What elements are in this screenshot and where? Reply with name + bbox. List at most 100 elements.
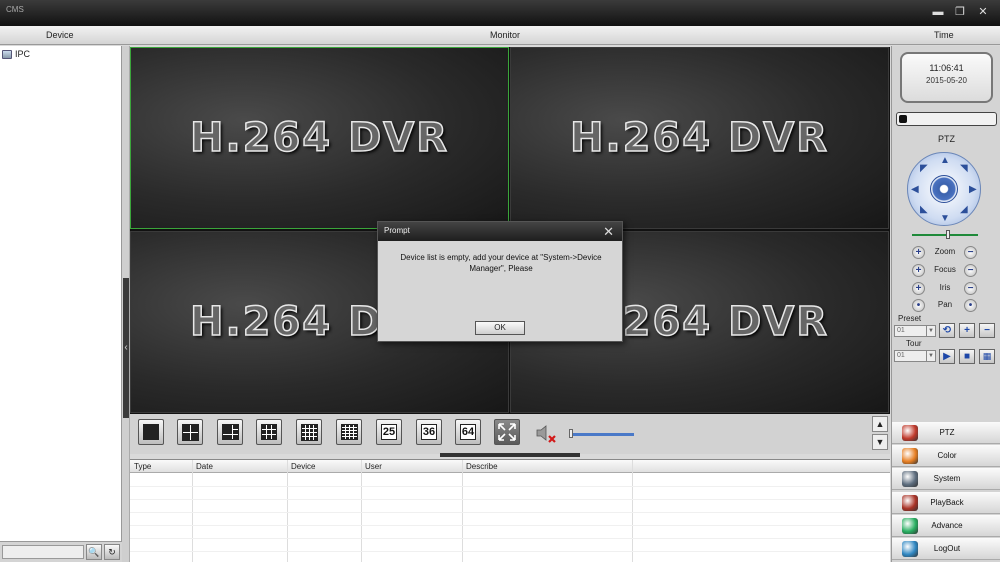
ipc-folder-icon <box>2 49 12 59</box>
ptz-right-arrow-icon[interactable]: ▶ <box>969 184 977 195</box>
close-button[interactable]: ✕ <box>974 4 992 20</box>
layout-64-button[interactable]: 64 <box>455 419 481 445</box>
video-cell-1[interactable]: H.264 DVR <box>130 47 509 229</box>
ptz-direction-pad[interactable]: ▲ ▼ ◀ ▶ ◤ ◥ ◣ ◢ <box>907 152 981 226</box>
column-type[interactable]: Type <box>134 462 151 471</box>
layout-16-button[interactable] <box>296 419 322 445</box>
refresh-icon[interactable]: ↻ <box>104 544 120 560</box>
ptz-center-button[interactable] <box>930 175 958 203</box>
layout-20-button[interactable] <box>336 419 362 445</box>
search-icon[interactable]: 🔍 <box>86 544 102 560</box>
iris-control: + Iris − <box>912 282 980 296</box>
menu-playback-button[interactable]: PlayBack <box>892 492 1000 514</box>
menu-color-label: Color <box>937 451 957 460</box>
column-divider <box>287 460 288 562</box>
preset-remove-button[interactable]: − <box>979 323 995 338</box>
preset-goto-button[interactable]: ⟲ <box>939 323 955 338</box>
scroll-down-button[interactable]: ▼ <box>872 434 888 450</box>
clock-display: 11:06:41 2015-05-20 <box>900 52 993 103</box>
device-search-input[interactable] <box>2 545 84 559</box>
menu-ptz-button[interactable]: PTZ <box>892 422 1000 444</box>
prompt-message: Device list is empty, add your device at… <box>400 253 602 273</box>
prompt-dialog: Prompt ✕ Device list is empty, add your … <box>377 221 623 342</box>
fullscreen-button[interactable] <box>494 419 520 445</box>
tour-stop-button[interactable]: ■ <box>959 349 975 364</box>
control-panel: 11:06:41 2015-05-20 PTZ ▲ ▼ ◀ ▶ ◤ ◥ ◣ ◢ … <box>891 46 1000 562</box>
menu-advance-button[interactable]: Advance <box>892 515 1000 537</box>
zoom-in-button[interactable]: + <box>912 246 925 259</box>
chevron-down-icon: ▼ <box>926 326 935 336</box>
ptz-upright-arrow-icon[interactable]: ◥ <box>960 163 968 174</box>
layout-25-button[interactable]: 25 <box>376 419 402 445</box>
ptz-downright-arrow-icon[interactable]: ◢ <box>960 204 968 215</box>
restore-button[interactable]: ❐ <box>951 4 969 20</box>
tour-grid-button[interactable]: ▦ <box>979 349 995 364</box>
column-divider <box>632 460 633 562</box>
ptz-down-arrow-icon[interactable]: ▼ <box>940 213 950 224</box>
layout-36-button[interactable]: 36 <box>416 419 442 445</box>
device-tree-root-label: IPC <box>15 49 31 59</box>
iris-close-button[interactable]: − <box>964 282 977 295</box>
preset-label: Preset <box>898 314 922 323</box>
column-device[interactable]: Device <box>291 462 315 471</box>
menu-color-button[interactable]: Color <box>892 445 1000 467</box>
ptz-upleft-arrow-icon[interactable]: ◤ <box>920 163 928 174</box>
layout-1-button[interactable] <box>138 419 164 445</box>
video-cell-2[interactable]: H.264 DVR <box>510 47 889 229</box>
iris-open-button[interactable]: + <box>912 282 925 295</box>
ok-button[interactable]: OK <box>475 321 525 335</box>
mute-button[interactable] <box>534 422 558 446</box>
scroll-up-button[interactable]: ▲ <box>872 416 888 432</box>
layout-20-icon <box>340 424 358 440</box>
layout-4-button[interactable] <box>177 419 203 445</box>
clock-date: 2015-05-20 <box>926 76 967 85</box>
menu-logout-button[interactable]: LogOut <box>892 538 1000 560</box>
volume-slider[interactable] <box>570 433 634 436</box>
tour-play-button[interactable]: ▶ <box>939 349 955 364</box>
layout-4-icon <box>181 423 199 441</box>
ptz-up-arrow-icon[interactable]: ▲ <box>940 155 950 166</box>
device-tree-root[interactable]: IPC <box>2 49 30 59</box>
clock-time: 11:06:41 <box>929 63 964 73</box>
pan-stop-button[interactable]: • <box>964 299 977 312</box>
menu-system-button[interactable]: System <box>892 468 1000 490</box>
layout-25-label: 25 <box>380 424 398 440</box>
logout-icon <box>902 541 918 557</box>
prompt-close-icon[interactable]: ✕ <box>603 224 614 240</box>
zoom-out-button[interactable]: − <box>964 246 977 259</box>
layout-16-icon <box>300 423 318 441</box>
preset-select[interactable]: 01 ▼ <box>894 325 936 337</box>
focus-label: Focus <box>934 265 956 274</box>
volume-slider-knob[interactable] <box>569 429 573 438</box>
menu-advance-label: Advance <box>931 521 963 530</box>
preset-add-button[interactable]: + <box>959 323 975 338</box>
column-describe[interactable]: Describe <box>466 462 498 471</box>
playback-icon <box>902 495 918 511</box>
layout-6-button[interactable] <box>217 419 243 445</box>
chevron-down-icon: ▼ <box>926 351 935 361</box>
focus-out-button[interactable]: − <box>964 264 977 277</box>
ptz-speed-slider[interactable] <box>912 234 978 236</box>
pan-start-button[interactable]: • <box>912 299 925 312</box>
tour-select[interactable]: 01 ▼ <box>894 350 936 362</box>
minimize-button[interactable]: ▬ <box>929 4 947 20</box>
panel-splitter[interactable]: ‹ <box>122 46 130 562</box>
column-user[interactable]: User <box>365 462 382 471</box>
log-table: Type Date Device User Describe <box>130 459 890 562</box>
collapse-handle[interactable]: ‹ <box>123 278 129 418</box>
log-splitter[interactable] <box>440 453 580 457</box>
ptz-speed-knob[interactable] <box>946 230 950 239</box>
ptz-left-arrow-icon[interactable]: ◀ <box>911 184 919 195</box>
row-divider <box>130 538 890 539</box>
focus-in-button[interactable]: + <box>912 264 925 277</box>
layout-9-button[interactable] <box>256 419 282 445</box>
row-divider <box>130 551 890 552</box>
preset-select-value: 01 <box>897 327 905 334</box>
device-search-bar: 🔍 ↻ <box>0 541 122 562</box>
ptz-downleft-arrow-icon[interactable]: ◣ <box>920 204 928 215</box>
row-divider <box>130 486 890 487</box>
ptz-icon <box>902 425 918 441</box>
pan-control: • Pan • <box>912 299 980 313</box>
iris-label: Iris <box>939 283 951 292</box>
column-date[interactable]: Date <box>196 462 213 471</box>
